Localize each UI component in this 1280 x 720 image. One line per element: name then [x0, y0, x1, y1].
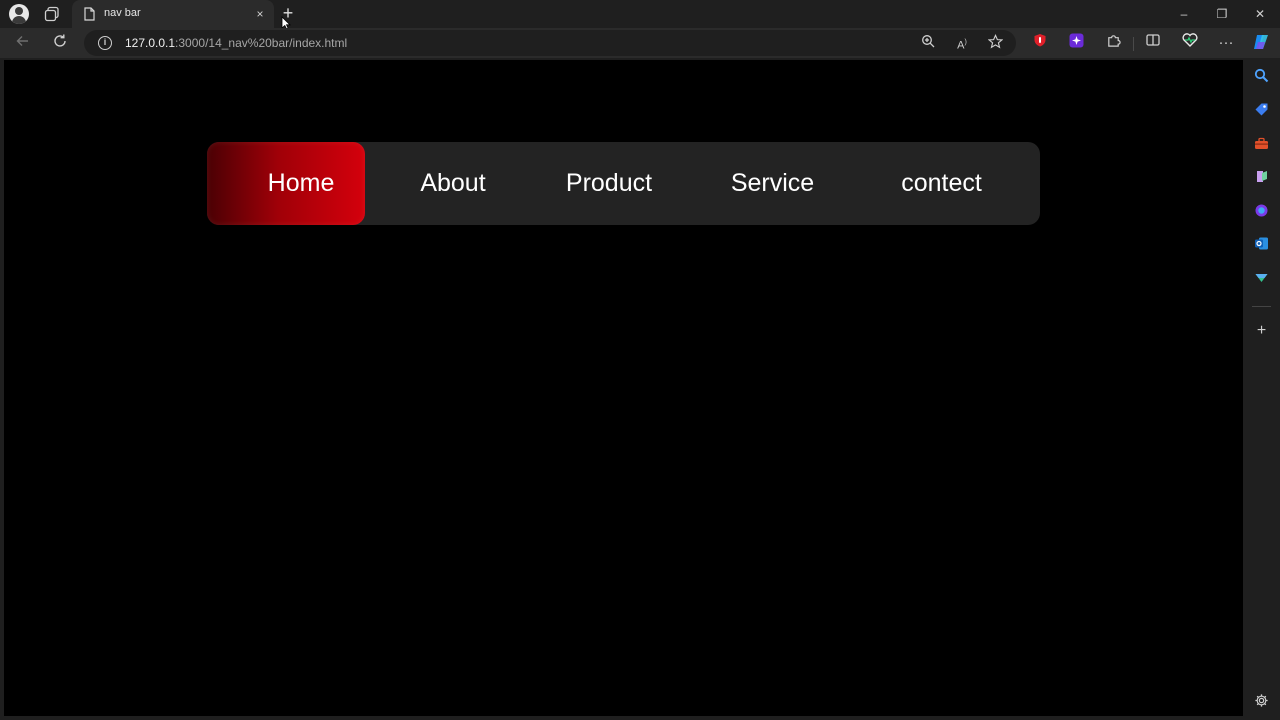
outlook-icon[interactable]	[1253, 236, 1270, 253]
games-icon[interactable]	[1253, 169, 1270, 186]
back-button[interactable]	[13, 33, 33, 53]
settings-gear-icon[interactable]	[1253, 693, 1270, 710]
tools-icon[interactable]	[1253, 136, 1270, 153]
minimize-button[interactable]: –	[1174, 4, 1194, 24]
tab-strip: nav bar × + – ❐ ✕	[0, 0, 1280, 30]
site-info-icon[interactable]: i	[98, 36, 112, 50]
office-icon[interactable]	[1253, 203, 1270, 220]
refresh-icon	[54, 34, 66, 47]
tab-close-icon[interactable]: ×	[253, 7, 267, 21]
nav-item-about[interactable]: About	[405, 142, 501, 225]
tab-title: nav bar	[104, 7, 141, 19]
split-screen-icon[interactable]	[1143, 33, 1163, 53]
back-arrow-icon	[16, 36, 28, 46]
sidebar-divider	[1252, 306, 1271, 307]
nav-item-contect[interactable]: contect	[889, 142, 994, 225]
add-icon[interactable]: +	[1253, 322, 1270, 339]
toolbar-divider	[1133, 37, 1134, 51]
copilot-icon[interactable]	[1251, 33, 1271, 53]
favorite-star-icon[interactable]	[986, 34, 1004, 52]
page-viewport: Home About Product Service contect	[4, 60, 1243, 716]
address-bar[interactable]: i 127.0.0.1:3000/14_nav%20bar/index.html…	[84, 30, 1016, 56]
page-icon	[84, 7, 95, 21]
close-window-button[interactable]: ✕	[1250, 4, 1270, 24]
adblock-extension-icon[interactable]	[1030, 33, 1050, 53]
nav-item-product[interactable]: Product	[552, 142, 666, 225]
nav-item-service[interactable]: Service	[722, 142, 823, 225]
extensions-puzzle-icon[interactable]	[1103, 33, 1123, 53]
drop-icon[interactable]	[1253, 270, 1270, 287]
url-host: 127.0.0.1	[125, 36, 176, 50]
search-icon[interactable]	[1253, 68, 1270, 85]
more-menu-icon[interactable]: ···	[1216, 33, 1236, 53]
ai-extension-icon[interactable]	[1066, 33, 1086, 53]
browser-essentials-icon[interactable]	[1180, 33, 1200, 53]
tab-nav-bar[interactable]: nav bar ×	[72, 0, 274, 28]
refresh-button[interactable]	[50, 33, 70, 53]
shopping-tag-icon[interactable]	[1253, 102, 1270, 119]
zoom-icon[interactable]	[919, 34, 937, 52]
read-aloud-icon[interactable]: A)	[953, 34, 971, 52]
nav-bar: Home About Product Service contect	[207, 142, 1040, 225]
workspaces-icon[interactable]	[44, 6, 60, 22]
browser-toolbar: i 127.0.0.1:3000/14_nav%20bar/index.html…	[0, 28, 1280, 58]
browser-window: nav bar × + – ❐ ✕ i 127.0.0.1:3000/14_na…	[0, 0, 1280, 720]
url-text[interactable]: 127.0.0.1:3000/14_nav%20bar/index.html	[125, 36, 347, 50]
nav-item-home[interactable]: Home	[207, 142, 365, 225]
restore-button[interactable]: ❐	[1212, 4, 1232, 24]
profile-avatar-icon[interactable]	[9, 4, 29, 24]
edge-sidebar: +	[1243, 58, 1280, 720]
url-path: :3000/14_nav%20bar/index.html	[175, 36, 348, 50]
